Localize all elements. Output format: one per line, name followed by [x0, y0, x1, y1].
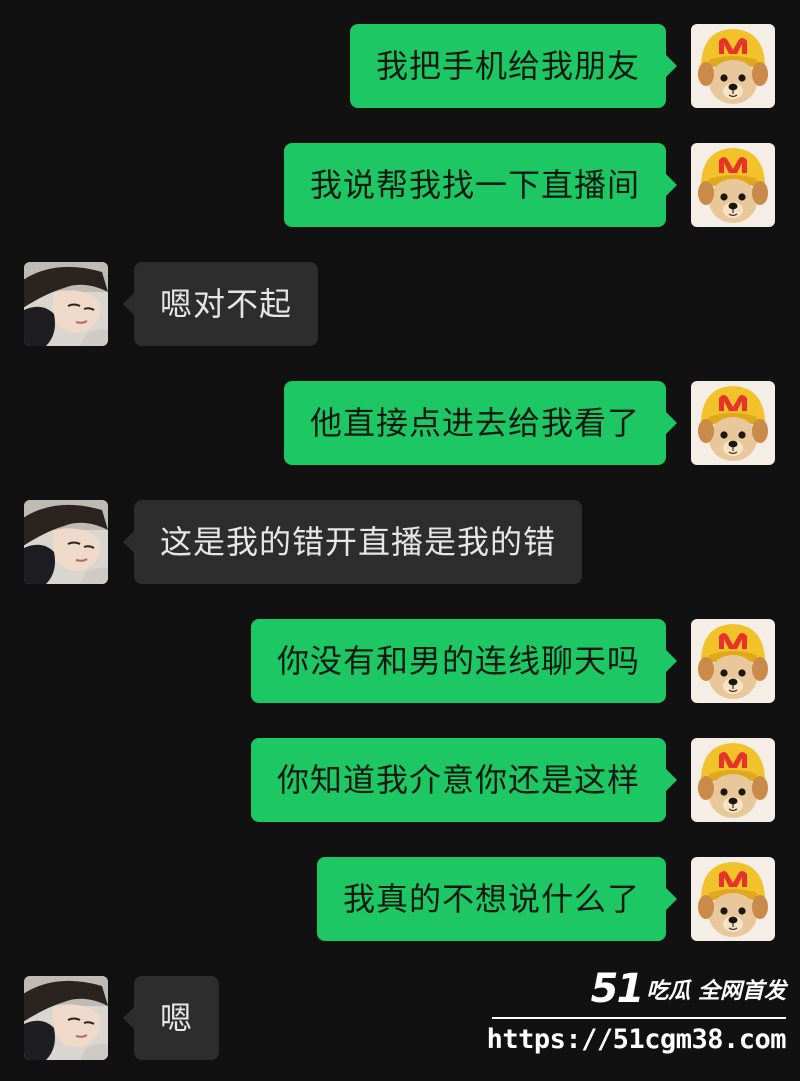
message-row-outgoing: 我说帮我找一下直播间 — [0, 143, 800, 227]
self-avatar[interactable] — [691, 857, 775, 941]
message-text: 嗯对不起 — [160, 285, 293, 323]
watermark-url: https://51cgm38.com — [486, 1024, 787, 1055]
watermark-divider — [492, 1017, 786, 1019]
outgoing-message-bubble[interactable]: 我真的不想说什么了 — [316, 857, 678, 941]
incoming-message-bubble[interactable]: 嗯 — [122, 976, 220, 1060]
message-row-outgoing: 你知道我介意你还是这样 — [0, 738, 800, 822]
message-text: 你知道我介意你还是这样 — [276, 761, 640, 799]
message-text: 他直接点进去给我看了 — [309, 404, 640, 442]
message-text: 这是我的错开直播是我的错 — [160, 523, 557, 561]
outgoing-message-bubble[interactable]: 你知道我介意你还是这样 — [250, 738, 678, 822]
site-watermark: 51 吃瓜 全网首发 https://51cgm38.com — [487, 967, 792, 1067]
message-text: 我说帮我找一下直播间 — [309, 166, 640, 204]
self-avatar[interactable] — [691, 24, 775, 108]
self-avatar[interactable] — [691, 143, 775, 227]
peer-avatar[interactable] — [24, 262, 108, 346]
outgoing-message-bubble[interactable]: 我说帮我找一下直播间 — [283, 143, 678, 227]
message-row-incoming: 嗯对不起 — [0, 262, 800, 346]
outgoing-message-bubble[interactable]: 我把手机给我朋友 — [349, 24, 678, 108]
message-text: 嗯 — [160, 999, 194, 1037]
message-row-outgoing: 我把手机给我朋友 — [0, 24, 800, 108]
message-row-outgoing: 你没有和男的连线聊天吗 — [0, 619, 800, 703]
message-text: 你没有和男的连线聊天吗 — [276, 642, 640, 680]
self-avatar[interactable] — [691, 619, 775, 703]
outgoing-message-bubble[interactable]: 你没有和男的连线聊天吗 — [250, 619, 678, 703]
watermark-header: 51 吃瓜 全网首发 — [591, 967, 786, 1011]
message-text: 我真的不想说什么了 — [342, 880, 640, 918]
self-avatar[interactable] — [691, 381, 775, 465]
outgoing-message-bubble[interactable]: 他直接点进去给我看了 — [283, 381, 678, 465]
peer-avatar[interactable] — [24, 976, 108, 1060]
incoming-message-bubble[interactable]: 嗯对不起 — [122, 262, 319, 346]
message-text: 我把手机给我朋友 — [375, 47, 640, 85]
message-row-outgoing: 我真的不想说什么了 — [0, 857, 800, 941]
chat-thread: 我把手机给我朋友 我说帮我找一下直播间 嗯对不起 他直接点进去给我看了 这是我的… — [0, 0, 800, 1081]
message-row-incoming: 这是我的错开直播是我的错 — [0, 500, 800, 584]
watermark-logo: 51 — [590, 966, 645, 1012]
incoming-message-bubble[interactable]: 这是我的错开直播是我的错 — [122, 500, 583, 584]
watermark-slogan: 吃瓜 全网首发 — [646, 979, 786, 1004]
self-avatar[interactable] — [691, 738, 775, 822]
peer-avatar[interactable] — [24, 500, 108, 584]
message-row-outgoing: 他直接点进去给我看了 — [0, 381, 800, 465]
